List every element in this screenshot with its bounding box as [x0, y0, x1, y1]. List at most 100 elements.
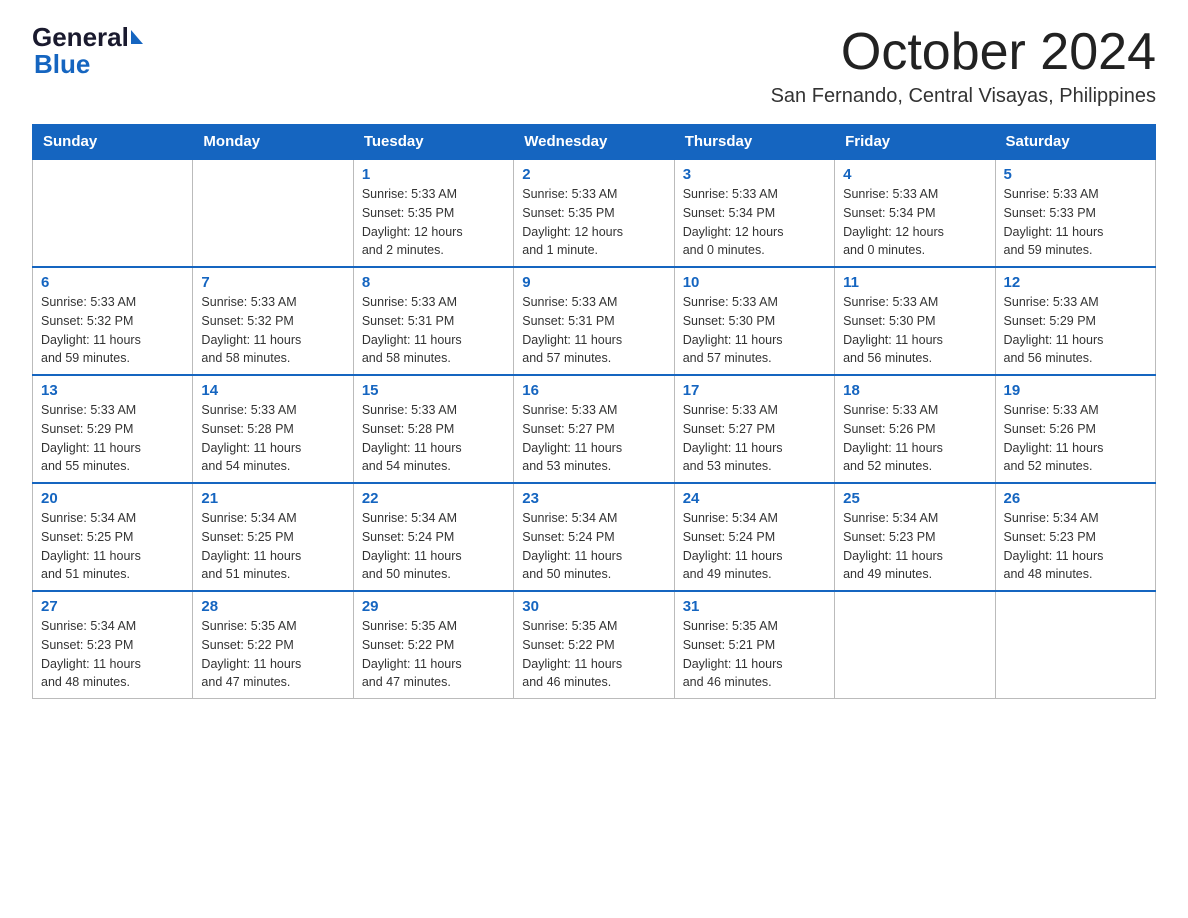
day-info: Sunrise: 5:33 AMSunset: 5:31 PMDaylight:…	[362, 293, 505, 368]
calendar-cell: 10 Sunrise: 5:33 AMSunset: 5:30 PMDayligh…	[674, 267, 834, 375]
calendar-cell: 28 Sunrise: 5:35 AMSunset: 5:22 PMDayligh…	[193, 591, 353, 699]
day-info: Sunrise: 5:33 AMSunset: 5:28 PMDaylight:…	[201, 401, 344, 476]
title-section: October 2024 San Fernando, Central Visay…	[771, 24, 1156, 108]
week-row-3: 13Sunrise: 5:33 AMSunset: 5:29 PMDayligh…	[33, 375, 1156, 483]
day-number: 11	[843, 274, 986, 291]
calendar-cell: 7 Sunrise: 5:33 AMSunset: 5:32 PMDaylight…	[193, 267, 353, 375]
calendar-cell: 23Sunrise: 5:34 AMSunset: 5:24 PMDayligh…	[514, 483, 674, 591]
day-number: 19	[1004, 382, 1147, 399]
calendar-table: SundayMondayTuesdayWednesdayThursdayFrid…	[32, 124, 1156, 699]
day-number: 23	[522, 490, 665, 507]
day-number: 7	[201, 274, 344, 291]
week-row-5: 27 Sunrise: 5:34 AMSunset: 5:23 PMDayligh…	[33, 591, 1156, 699]
day-info: Sunrise: 5:33 AMSunset: 5:30 PMDaylight:…	[843, 293, 986, 368]
day-info: Sunrise: 5:35 AMSunset: 5:22 PMDaylight:…	[362, 617, 505, 692]
calendar-cell: 24 Sunrise: 5:34 AMSunset: 5:24 PMDayligh…	[674, 483, 834, 591]
day-info: Sunrise: 5:34 AMSunset: 5:23 PMDaylight:…	[41, 617, 184, 692]
day-info: Sunrise: 5:33 AMSunset: 5:32 PMDaylight:…	[201, 293, 344, 368]
day-number: 4	[843, 166, 986, 183]
calendar-cell: 26Sunrise: 5:34 AMSunset: 5:23 PMDayligh…	[995, 483, 1155, 591]
day-info: Sunrise: 5:35 AMSunset: 5:22 PMDaylight:…	[201, 617, 344, 692]
day-number: 3	[683, 166, 826, 183]
day-number: 5	[1004, 166, 1147, 183]
header-row: SundayMondayTuesdayWednesdayThursdayFrid…	[33, 125, 1156, 160]
day-info: Sunrise: 5:33 AMSunset: 5:29 PMDaylight:…	[1004, 293, 1147, 368]
day-number: 17	[683, 382, 826, 399]
day-number: 26	[1004, 490, 1147, 507]
calendar-cell: 18 Sunrise: 5:33 AMSunset: 5:26 PMDayligh…	[835, 375, 995, 483]
header-cell-friday: Friday	[835, 125, 995, 160]
day-number: 21	[201, 490, 344, 507]
calendar-cell	[33, 159, 193, 267]
calendar-cell	[995, 591, 1155, 699]
day-info: Sunrise: 5:33 AMSunset: 5:34 PMDaylight:…	[683, 185, 826, 260]
day-number: 28	[201, 598, 344, 615]
calendar-cell: 8Sunrise: 5:33 AMSunset: 5:31 PMDaylight…	[353, 267, 513, 375]
day-number: 10	[683, 274, 826, 291]
header-cell-wednesday: Wednesday	[514, 125, 674, 160]
calendar-cell: 6 Sunrise: 5:33 AMSunset: 5:32 PMDaylight…	[33, 267, 193, 375]
day-number: 27	[41, 598, 184, 615]
day-info: Sunrise: 5:35 AMSunset: 5:21 PMDaylight:…	[683, 617, 826, 692]
day-info: Sunrise: 5:33 AMSunset: 5:27 PMDaylight:…	[683, 401, 826, 476]
calendar-cell: 4 Sunrise: 5:33 AMSunset: 5:34 PMDaylight…	[835, 159, 995, 267]
calendar-cell	[193, 159, 353, 267]
calendar-cell: 5Sunrise: 5:33 AMSunset: 5:33 PMDaylight…	[995, 159, 1155, 267]
calendar-cell: 14 Sunrise: 5:33 AMSunset: 5:28 PMDayligh…	[193, 375, 353, 483]
day-info: Sunrise: 5:33 AMSunset: 5:30 PMDaylight:…	[683, 293, 826, 368]
week-row-1: 1Sunrise: 5:33 AMSunset: 5:35 PMDaylight…	[33, 159, 1156, 267]
calendar-cell: 29 Sunrise: 5:35 AMSunset: 5:22 PMDayligh…	[353, 591, 513, 699]
day-info: Sunrise: 5:34 AMSunset: 5:23 PMDaylight:…	[843, 509, 986, 584]
calendar-cell: 17 Sunrise: 5:33 AMSunset: 5:27 PMDayligh…	[674, 375, 834, 483]
calendar-cell: 27 Sunrise: 5:34 AMSunset: 5:23 PMDayligh…	[33, 591, 193, 699]
calendar-cell: 9 Sunrise: 5:33 AMSunset: 5:31 PMDaylight…	[514, 267, 674, 375]
day-number: 22	[362, 490, 505, 507]
day-info: Sunrise: 5:34 AMSunset: 5:24 PMDaylight:…	[683, 509, 826, 584]
calendar-cell: 11 Sunrise: 5:33 AMSunset: 5:30 PMDayligh…	[835, 267, 995, 375]
header-cell-sunday: Sunday	[33, 125, 193, 160]
calendar-cell	[835, 591, 995, 699]
week-row-4: 20 Sunrise: 5:34 AMSunset: 5:25 PMDayligh…	[33, 483, 1156, 591]
header-cell-tuesday: Tuesday	[353, 125, 513, 160]
month-title: October 2024	[771, 24, 1156, 81]
logo-arrow-icon	[131, 30, 143, 44]
day-number: 9	[522, 274, 665, 291]
logo-blue-text: Blue	[34, 50, 90, 79]
calendar-cell: 15Sunrise: 5:33 AMSunset: 5:28 PMDayligh…	[353, 375, 513, 483]
day-info: Sunrise: 5:33 AMSunset: 5:35 PMDaylight:…	[362, 185, 505, 260]
day-number: 31	[683, 598, 826, 615]
day-info: Sunrise: 5:34 AMSunset: 5:25 PMDaylight:…	[201, 509, 344, 584]
calendar-cell: 19 Sunrise: 5:33 AMSunset: 5:26 PMDayligh…	[995, 375, 1155, 483]
day-info: Sunrise: 5:33 AMSunset: 5:29 PMDaylight:…	[41, 401, 184, 476]
day-info: Sunrise: 5:33 AMSunset: 5:31 PMDaylight:…	[522, 293, 665, 368]
calendar-cell: 31 Sunrise: 5:35 AMSunset: 5:21 PMDayligh…	[674, 591, 834, 699]
day-number: 18	[843, 382, 986, 399]
day-number: 24	[683, 490, 826, 507]
logo-text: General	[32, 24, 143, 50]
day-number: 30	[522, 598, 665, 615]
calendar-cell: 22 Sunrise: 5:34 AMSunset: 5:24 PMDayligh…	[353, 483, 513, 591]
calendar-cell: 25 Sunrise: 5:34 AMSunset: 5:23 PMDayligh…	[835, 483, 995, 591]
day-number: 14	[201, 382, 344, 399]
day-number: 29	[362, 598, 505, 615]
day-info: Sunrise: 5:33 AMSunset: 5:26 PMDaylight:…	[843, 401, 986, 476]
calendar-cell: 2Sunrise: 5:33 AMSunset: 5:35 PMDaylight…	[514, 159, 674, 267]
day-info: Sunrise: 5:34 AMSunset: 5:25 PMDaylight:…	[41, 509, 184, 584]
calendar-cell: 30Sunrise: 5:35 AMSunset: 5:22 PMDayligh…	[514, 591, 674, 699]
day-number: 25	[843, 490, 986, 507]
day-info: Sunrise: 5:33 AMSunset: 5:26 PMDaylight:…	[1004, 401, 1147, 476]
day-number: 16	[522, 382, 665, 399]
day-number: 20	[41, 490, 184, 507]
logo-general-text: General	[32, 24, 129, 50]
logo: General Blue	[32, 24, 143, 79]
day-info: Sunrise: 5:33 AMSunset: 5:28 PMDaylight:…	[362, 401, 505, 476]
header-cell-thursday: Thursday	[674, 125, 834, 160]
week-row-2: 6 Sunrise: 5:33 AMSunset: 5:32 PMDaylight…	[33, 267, 1156, 375]
day-number: 6	[41, 274, 184, 291]
day-number: 2	[522, 166, 665, 183]
calendar-cell: 12Sunrise: 5:33 AMSunset: 5:29 PMDayligh…	[995, 267, 1155, 375]
day-info: Sunrise: 5:33 AMSunset: 5:34 PMDaylight:…	[843, 185, 986, 260]
calendar-cell: 16Sunrise: 5:33 AMSunset: 5:27 PMDayligh…	[514, 375, 674, 483]
day-info: Sunrise: 5:34 AMSunset: 5:24 PMDaylight:…	[362, 509, 505, 584]
day-info: Sunrise: 5:33 AMSunset: 5:32 PMDaylight:…	[41, 293, 184, 368]
